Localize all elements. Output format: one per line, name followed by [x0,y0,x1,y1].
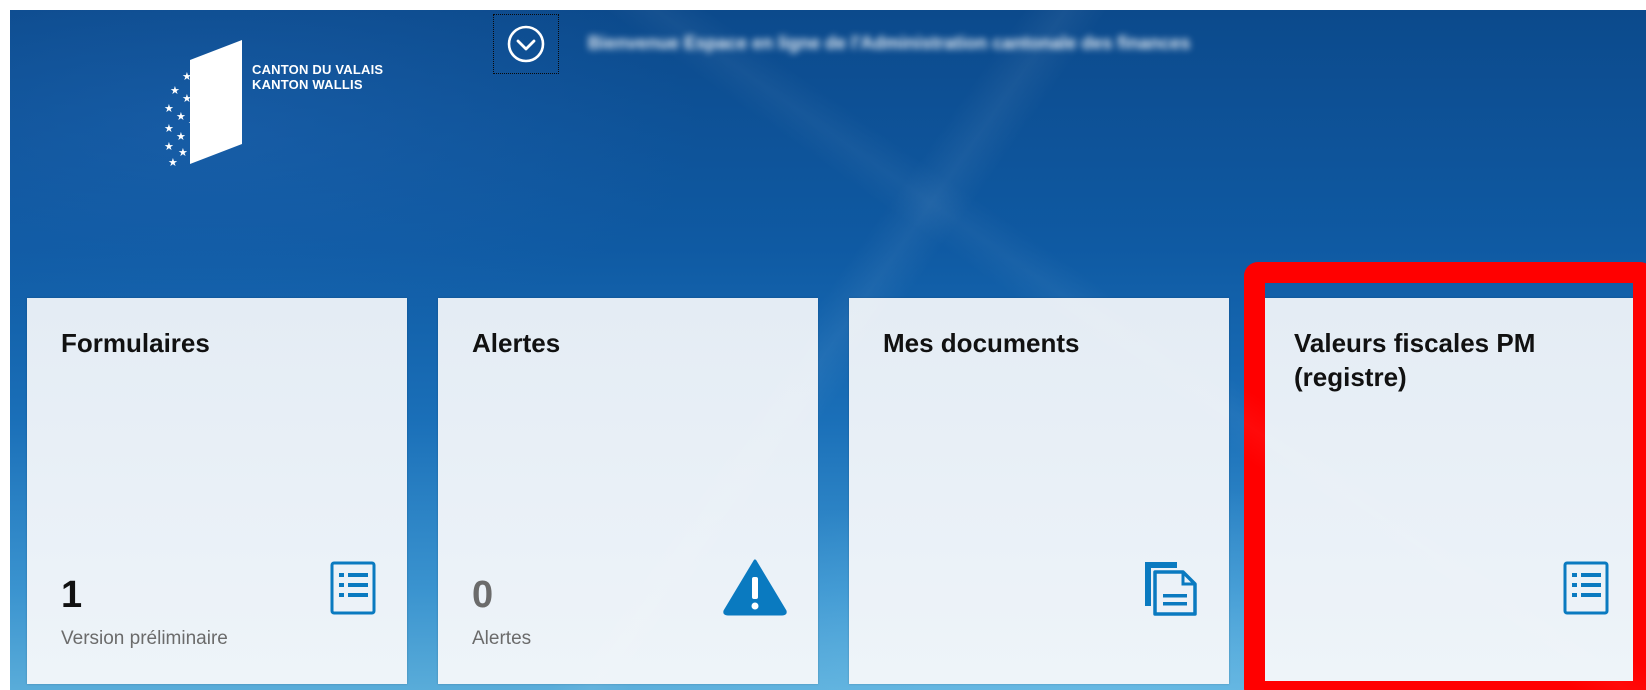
list-document-icon [330,561,376,615]
tile-formulaires[interactable]: Formulaires 1 Version préliminaire [27,298,407,684]
svg-text:★: ★ [164,102,174,115]
svg-text:★: ★ [168,156,178,167]
menu-toggle-button[interactable] [493,14,559,74]
canton-logo[interactable]: ★ ★ ★ ★ ★ ★ ★ ★ ★ ★ ★ ★ ★ CANTON DU VALA… [160,32,440,167]
svg-text:★: ★ [170,84,180,97]
tile-subtitle: Alertes [472,628,532,649]
welcome-text-blurred: Bienvenue Espace en ligne de l'Administr… [588,33,1191,53]
svg-text:★: ★ [188,117,198,130]
svg-text:★: ★ [176,110,186,123]
logo-text: CANTON DU VALAIS KANTON WALLIS [252,62,383,92]
tile-mes-documents[interactable]: Mes documents [849,298,1229,684]
svg-text:★: ★ [182,92,192,105]
tile-title: Formulaires [61,328,210,358]
chevron-down-circle-icon [507,25,545,63]
svg-text:★: ★ [178,146,188,159]
svg-text:★: ★ [164,122,174,135]
tile-subtitle: Version préliminaire [61,628,228,649]
list-document-icon [1563,561,1609,615]
warning-icon [723,559,787,616]
valais-shield-icon: ★ ★ ★ ★ ★ ★ ★ ★ ★ ★ ★ ★ ★ [164,40,242,167]
tile-count: 1 [61,574,83,616]
logo-line-1: CANTON DU VALAIS [252,62,384,77]
tile-count: 0 [472,574,494,616]
svg-text:★: ★ [195,100,205,113]
svg-text:★: ★ [182,70,192,83]
tile-title: Alertes [472,328,561,358]
tile-title: Valeurs fiscales PM (registre) [1294,328,1536,392]
svg-text:★: ★ [164,140,174,153]
tile-alertes[interactable]: Alertes 0 Alertes [438,298,818,684]
svg-text:★: ★ [176,130,186,143]
svg-text:★: ★ [195,78,205,91]
tile-valeurs-fiscales-pm[interactable]: Valeurs fiscales PM (registre) [1260,298,1640,684]
documents-icon [1145,562,1197,616]
launchpad-background: ★ ★ ★ ★ ★ ★ ★ ★ ★ ★ ★ ★ ★ CANTON DU VALA… [10,10,1646,690]
logo-line-2: KANTON WALLIS [252,77,363,92]
tile-title: Mes documents [883,328,1080,358]
